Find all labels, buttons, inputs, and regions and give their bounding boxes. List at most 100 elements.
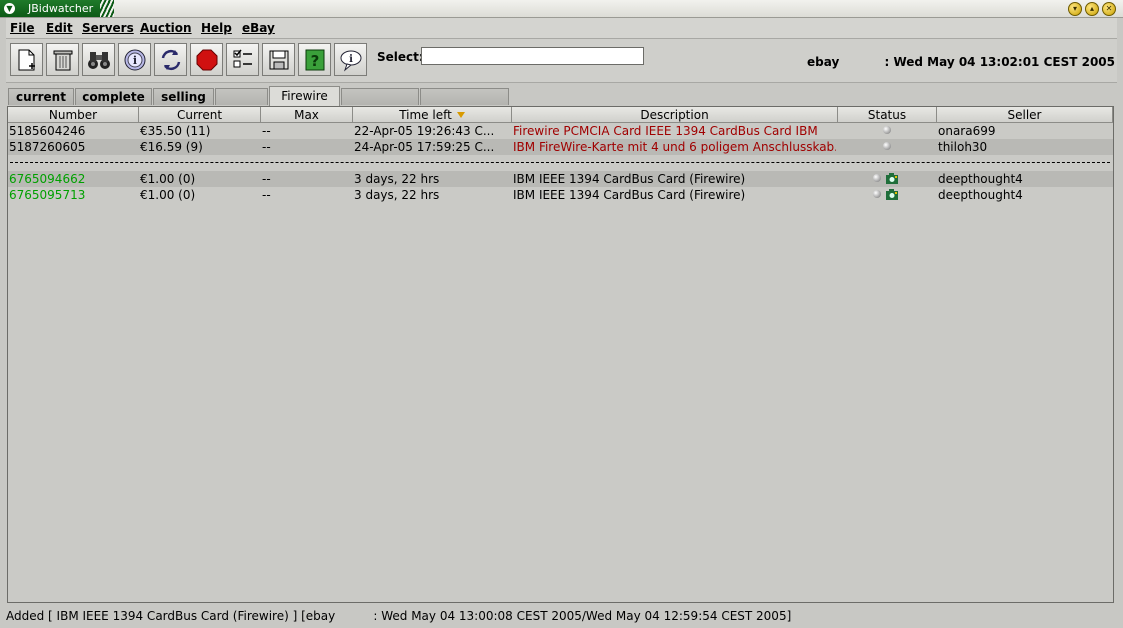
column-number[interactable]: Number [8, 107, 139, 123]
tab-unnamed-1[interactable] [215, 88, 268, 105]
menu-help-label: Help [201, 21, 232, 35]
tab-selling[interactable]: selling [153, 88, 214, 105]
svg-text:?: ? [310, 52, 319, 70]
cell-description: IBM IEEE 1394 CardBus Card (Firewire) [513, 172, 746, 186]
toolbar: i ? i Select: ebay: Wed May 04 13:02:01… [6, 39, 1117, 83]
cell-description: IBM IEEE 1394 CardBus Card (Firewire) [513, 188, 746, 202]
column-status[interactable]: Status [838, 107, 937, 123]
column-seller-label: Seller [1007, 108, 1042, 122]
menu-edit-label: Edit [46, 21, 73, 35]
column-current-label: Current [176, 108, 223, 122]
auction-table[interactable]: Number Current Max Time left Description… [7, 106, 1114, 603]
menu-bar: File Edit Servers Auction Help eBay [6, 18, 1117, 39]
cell-time-left: 3 days, 22 hrs [354, 172, 440, 186]
status-message: Added [ IBM IEEE 1394 CardBus Card (Fire… [6, 609, 792, 623]
column-time-left-label: Time left [399, 108, 452, 122]
cell-seller: thiloh30 [938, 140, 988, 154]
window-menu-icon[interactable]: ▼ [4, 3, 15, 14]
cell-time-left: 24-Apr-05 17:59:25 C... [354, 140, 495, 154]
cell-time-left: 3 days, 22 hrs [354, 188, 440, 202]
status-bar: Added [ IBM IEEE 1394 CardBus Card (Fire… [0, 606, 1123, 628]
cell-current: €16.59 (9) [140, 140, 203, 154]
cell-current: €1.00 (0) [140, 172, 196, 186]
menu-auction-label: Auction [140, 21, 192, 35]
camera-icon [886, 189, 898, 200]
sort-descending-icon [456, 112, 465, 118]
svg-text:i: i [349, 54, 353, 65]
menu-file-label: File [10, 21, 35, 35]
status-dot-icon [873, 190, 881, 198]
tab-current-label: current [16, 90, 66, 104]
menu-servers[interactable]: Servers [82, 21, 134, 35]
help-icon: ? [305, 49, 324, 70]
menu-auction[interactable]: Auction [140, 21, 192, 35]
cell-seller: onara699 [938, 124, 996, 138]
close-icon[interactable]: ✕ [1102, 2, 1116, 16]
title-tab[interactable]: ▼ JBidwatcher [0, 0, 114, 17]
help-button[interactable]: ? [298, 43, 331, 76]
cell-description: IBM FireWire-Karte mit 4 und 6 poligem A… [513, 140, 836, 154]
tab-current[interactable]: current [8, 88, 74, 105]
tab-unnamed-3[interactable] [420, 88, 509, 105]
menu-edit[interactable]: Edit [46, 21, 73, 35]
cell-current: €35.50 (11) [140, 124, 211, 138]
cell-description: Firewire PCMCIA Card IEEE 1394 CardBus C… [513, 124, 818, 138]
cell-number: 5187260605 [9, 140, 86, 154]
column-current[interactable]: Current [139, 107, 261, 123]
column-max[interactable]: Max [261, 107, 353, 123]
save-button[interactable] [262, 43, 295, 76]
cell-max: -- [262, 124, 271, 138]
table-row[interactable]: 5187260605 €16.59 (9) -- 24-Apr-05 17:59… [8, 139, 1113, 155]
menu-help[interactable]: Help [201, 21, 232, 35]
column-number-label: Number [48, 108, 98, 122]
table-row[interactable]: 6765095713 €1.00 (0) -- 3 days, 22 hrs I… [8, 187, 1113, 203]
tab-bar: current complete selling Firewire [6, 86, 1117, 106]
cell-time-left: 22-Apr-05 19:26:43 C... [354, 124, 495, 138]
binoculars-icon [87, 51, 110, 69]
checklist-icon [233, 49, 252, 67]
select-input[interactable] [421, 47, 644, 65]
server-clock: : Wed May 04 13:02:01 CEST 2005 [884, 55, 1115, 69]
column-time-left[interactable]: Time left [353, 107, 512, 123]
tab-complete[interactable]: complete [75, 88, 152, 105]
tab-firewire[interactable]: Firewire [269, 86, 340, 106]
refresh-icon [161, 49, 180, 70]
window-title: JBidwatcher [28, 2, 94, 15]
cell-number: 6765094662 [9, 172, 86, 186]
search-button[interactable] [82, 43, 115, 76]
column-description[interactable]: Description [512, 107, 838, 123]
info-button[interactable]: i [118, 43, 151, 76]
table-row[interactable]: 5185604246 €35.50 (11) -- 22-Apr-05 19:2… [8, 123, 1113, 139]
multi-snipe-button[interactable] [226, 43, 259, 76]
cell-max: -- [262, 140, 271, 154]
maximize-icon[interactable]: ▴ [1085, 2, 1099, 16]
minimize-icon[interactable]: ▾ [1068, 2, 1082, 16]
tab-firewire-label: Firewire [281, 89, 328, 103]
status-dot-icon [883, 142, 891, 150]
svg-text:i: i [132, 54, 136, 67]
save-disk-icon [269, 50, 288, 69]
tab-unnamed-2[interactable] [341, 88, 419, 105]
menu-file[interactable]: File [10, 21, 35, 35]
menu-ebay-label: eBay [242, 21, 275, 35]
title-bar[interactable]: ▼ JBidwatcher ▾ ▴ ✕ [0, 0, 1123, 18]
status-dot-icon [883, 126, 891, 134]
cell-seller: deepthought4 [938, 188, 1023, 202]
stop-button[interactable] [190, 43, 223, 76]
about-button[interactable]: i [334, 43, 367, 76]
column-status-label: Status [867, 108, 907, 122]
tab-selling-label: selling [161, 90, 206, 104]
delete-button[interactable] [46, 43, 79, 76]
new-auction-button[interactable] [10, 43, 43, 76]
menu-ebay[interactable]: eBay [242, 21, 275, 35]
select-label: Select: [377, 50, 424, 64]
refresh-button[interactable] [154, 43, 187, 76]
cell-current: €1.00 (0) [140, 188, 196, 202]
table-row[interactable]: 6765094662 €1.00 (0) -- 3 days, 22 hrs I… [8, 171, 1113, 187]
new-document-icon [18, 49, 35, 70]
menu-servers-label: Servers [82, 21, 134, 35]
cell-max: -- [262, 172, 271, 186]
cell-number: 5185604246 [9, 124, 86, 138]
column-seller[interactable]: Seller [937, 107, 1113, 123]
tab-complete-label: complete [82, 90, 145, 104]
